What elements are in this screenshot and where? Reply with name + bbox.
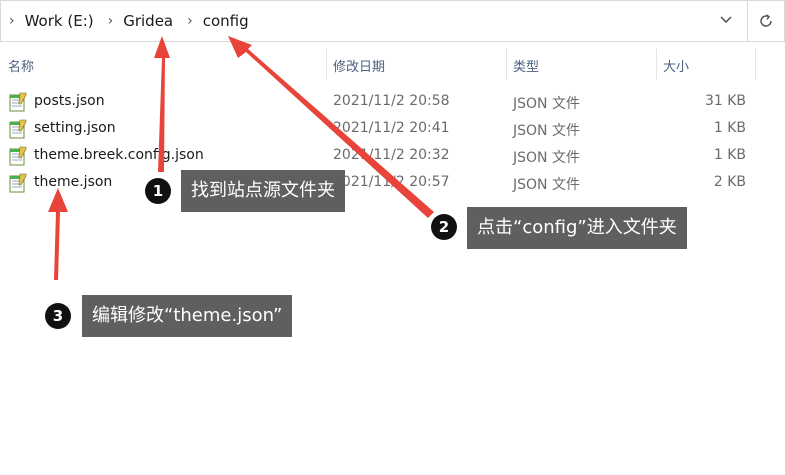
- annotation-callout: 编辑修改“theme.json”: [82, 295, 293, 337]
- column-divider[interactable]: [755, 48, 756, 80]
- refresh-button[interactable]: [748, 0, 785, 42]
- column-header-name[interactable]: 名称: [8, 56, 34, 75]
- column-header-size[interactable]: 大小: [663, 56, 689, 75]
- file-name: posts.json: [34, 93, 105, 109]
- json-file-icon: [9, 119, 27, 139]
- annotation-callout: 点击“config”进入文件夹: [467, 207, 687, 249]
- file-name: theme.json: [34, 174, 113, 190]
- file-date: 2021/11/2 20:32: [333, 147, 450, 163]
- file-name: setting.json: [34, 120, 116, 136]
- file-date: 2021/11/2 20:58: [333, 93, 450, 109]
- file-date: 2021/11/2 20:57: [333, 174, 450, 190]
- file-size: 31 KB: [704, 93, 746, 109]
- file-row[interactable]: posts.json 2021/11/2 20:58 JSON 文件 31 KB: [0, 89, 760, 116]
- file-row[interactable]: theme.json 2021/11/2 20:57 JSON 文件 2 KB: [0, 170, 760, 197]
- file-date: 2021/11/2 20:41: [333, 120, 450, 136]
- file-row[interactable]: setting.json 2021/11/2 20:41 JSON 文件 1 K…: [0, 116, 760, 143]
- chevron-right-icon[interactable]: ›: [108, 13, 114, 29]
- address-bar[interactable]: › Work (E:) › Gridea › config: [0, 0, 748, 42]
- column-header-type[interactable]: 类型: [513, 56, 539, 75]
- column-divider[interactable]: [326, 48, 327, 80]
- chevron-right-icon[interactable]: ›: [187, 13, 193, 29]
- json-file-icon: [9, 173, 27, 193]
- json-file-icon: [9, 92, 27, 112]
- arrow-to-theme-json: [48, 188, 68, 280]
- annotation-number: 3: [45, 303, 71, 329]
- chevron-right-icon[interactable]: ›: [9, 13, 15, 29]
- json-file-icon: [9, 146, 27, 166]
- chevron-down-icon[interactable]: [719, 13, 733, 27]
- file-name: theme.breek.config.json: [34, 147, 204, 163]
- file-row[interactable]: theme.breek.config.json 2021/11/2 20:32 …: [0, 143, 760, 170]
- breadcrumb: › Work (E:) › Gridea › config: [9, 12, 263, 30]
- refresh-icon: [760, 14, 772, 27]
- breadcrumb-item-drive[interactable]: Work (E:): [25, 12, 94, 30]
- column-header-date[interactable]: 修改日期: [333, 56, 385, 75]
- breadcrumb-item-config[interactable]: config: [203, 12, 249, 30]
- annotation-callout: 找到站点源文件夹: [181, 170, 345, 212]
- column-divider[interactable]: [656, 48, 657, 80]
- file-type: JSON 文件: [513, 150, 580, 166]
- breadcrumb-item-gridea[interactable]: Gridea: [123, 12, 173, 30]
- annotation-number: 1: [145, 178, 171, 204]
- annotation-number: 2: [431, 214, 457, 240]
- column-headers: 名称 修改日期 类型 大小: [0, 48, 785, 80]
- file-size: 2 KB: [713, 174, 746, 190]
- file-size: 1 KB: [713, 147, 746, 163]
- file-type: JSON 文件: [513, 177, 580, 193]
- column-divider[interactable]: [506, 48, 507, 80]
- file-type: JSON 文件: [513, 96, 580, 112]
- file-type: JSON 文件: [513, 123, 580, 139]
- file-size: 1 KB: [713, 120, 746, 136]
